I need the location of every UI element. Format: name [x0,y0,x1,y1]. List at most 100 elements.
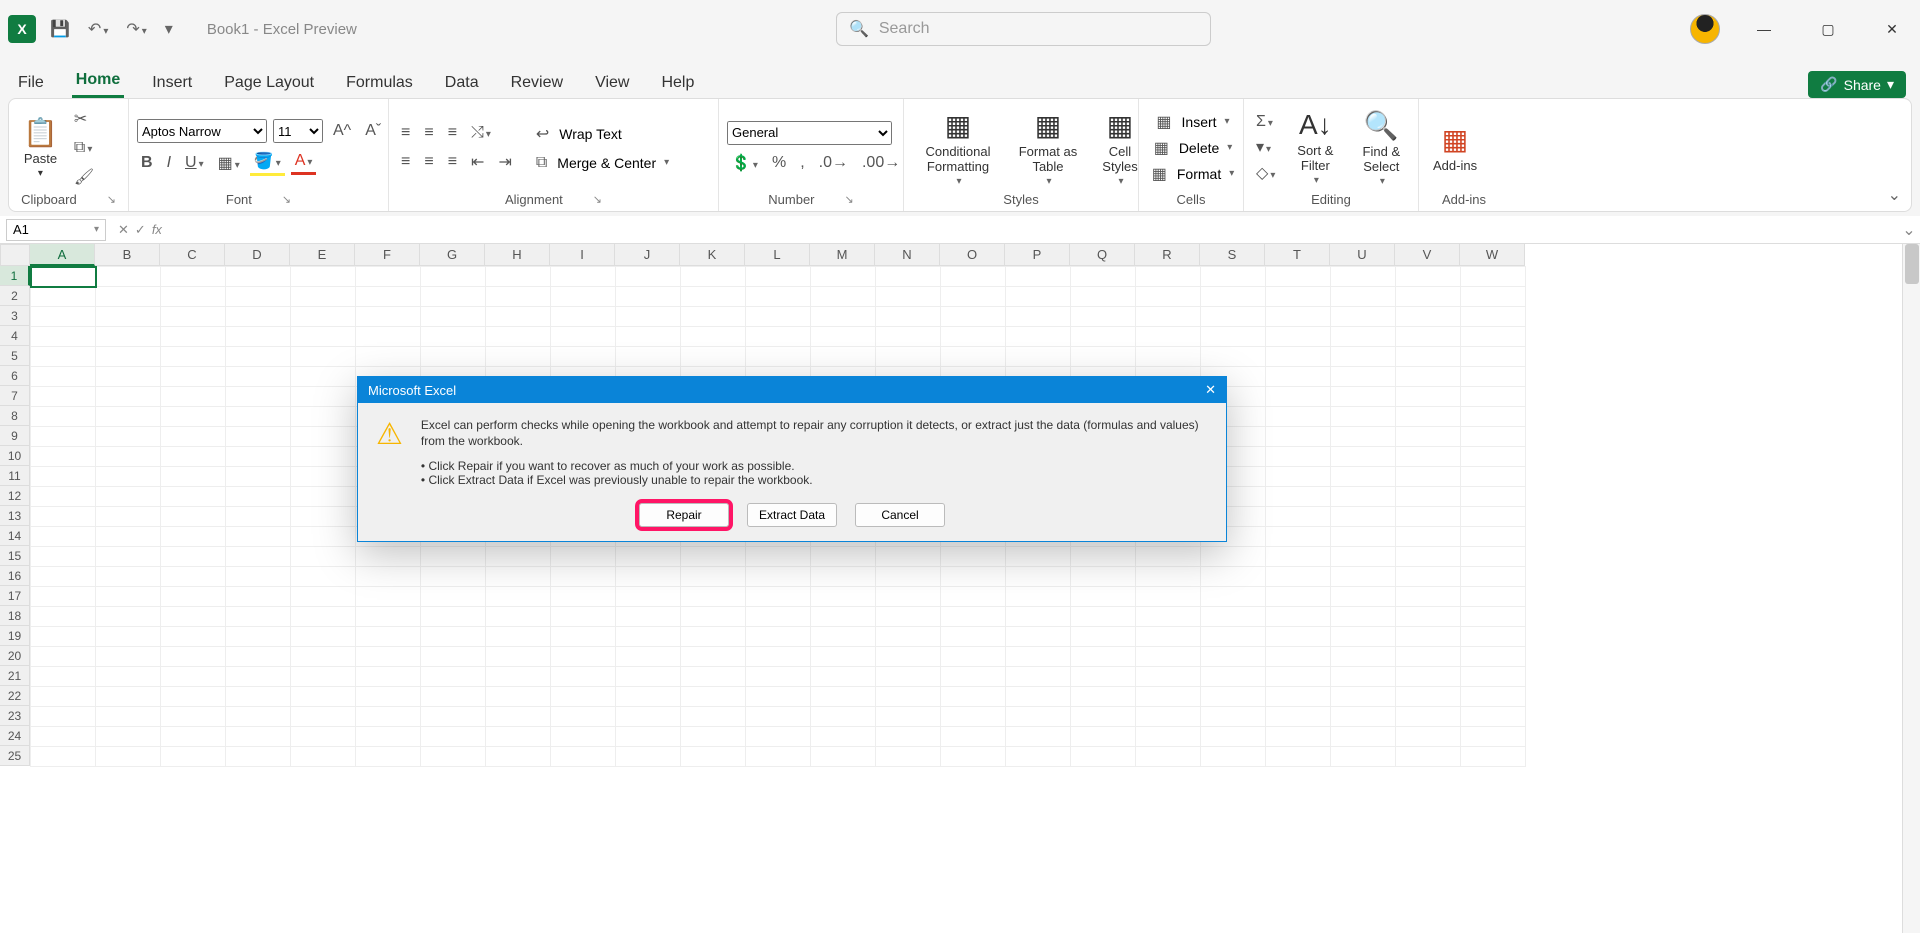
cell[interactable] [551,727,616,747]
cell[interactable] [161,747,226,767]
cell[interactable] [1461,427,1526,447]
cell[interactable] [681,607,746,627]
cell[interactable] [1006,287,1071,307]
cell[interactable] [161,467,226,487]
cell[interactable] [1396,747,1461,767]
cell[interactable] [96,587,161,607]
cell[interactable] [616,647,681,667]
tab-formulas[interactable]: Formulas [342,68,417,98]
cell[interactable] [1136,647,1201,667]
cells-grid[interactable] [30,266,1526,933]
cell[interactable] [1006,347,1071,367]
cell[interactable] [1006,587,1071,607]
cell[interactable] [31,287,96,307]
cell[interactable] [616,687,681,707]
cell[interactable] [1461,627,1526,647]
cell[interactable] [1396,367,1461,387]
row-header[interactable]: 10 [0,446,30,466]
cell[interactable] [31,447,96,467]
cell[interactable] [616,327,681,347]
cell[interactable] [681,707,746,727]
cell[interactable] [1201,627,1266,647]
cell[interactable] [1006,647,1071,667]
cell[interactable] [551,627,616,647]
column-header[interactable]: M [810,244,875,266]
cell[interactable] [161,667,226,687]
cell[interactable] [1331,587,1396,607]
cell[interactable] [421,307,486,327]
cell[interactable] [811,707,876,727]
cell[interactable] [616,747,681,767]
cell[interactable] [876,707,941,727]
cell[interactable] [746,307,811,327]
cell[interactable] [1136,687,1201,707]
cell[interactable] [551,567,616,587]
font-size-select[interactable]: 11 [273,119,323,143]
cell[interactable] [1201,547,1266,567]
percent-icon[interactable]: % [768,152,790,174]
cell[interactable] [31,327,96,347]
cell[interactable] [96,327,161,347]
cell[interactable] [1136,587,1201,607]
fill-color-icon[interactable]: 🪣 [250,149,285,176]
cell[interactable] [1136,727,1201,747]
cell[interactable] [681,327,746,347]
tab-data[interactable]: Data [441,68,483,98]
cell[interactable] [31,707,96,727]
cell[interactable] [1136,267,1201,287]
cell[interactable] [486,567,551,587]
cell[interactable] [161,587,226,607]
row-header[interactable]: 18 [0,606,30,626]
column-header[interactable]: A [30,244,95,266]
cell[interactable] [226,527,291,547]
cell[interactable] [421,587,486,607]
alignment-launcher-icon[interactable]: ↘ [593,193,602,206]
cell[interactable] [1266,387,1331,407]
column-header[interactable]: L [745,244,810,266]
cell[interactable] [31,727,96,747]
cell[interactable] [291,447,356,467]
row-header[interactable]: 12 [0,486,30,506]
row-header[interactable]: 13 [0,506,30,526]
cut-icon[interactable]: ✂ [70,107,98,131]
maximize-button[interactable]: ▢ [1808,21,1848,38]
column-header[interactable]: F [355,244,420,266]
cell[interactable] [876,307,941,327]
cell[interactable] [31,587,96,607]
cell[interactable] [1461,727,1526,747]
cell[interactable] [551,287,616,307]
insert-cells-button[interactable]: ▦Insert [1152,110,1229,134]
cell[interactable] [1006,547,1071,567]
cell[interactable] [421,707,486,727]
vertical-scrollbar[interactable] [1902,244,1920,933]
cell[interactable] [356,287,421,307]
cell[interactable] [551,267,616,287]
cell[interactable] [1331,367,1396,387]
cell[interactable] [291,327,356,347]
sort-filter-button[interactable]: A↓Sort & Filter [1285,107,1345,188]
align-bottom-icon[interactable]: ≡ [444,122,461,144]
cell[interactable] [941,667,1006,687]
cell[interactable] [291,707,356,727]
row-header[interactable]: 5 [0,346,30,366]
cell[interactable] [1006,567,1071,587]
clipboard-launcher-icon[interactable]: ↘ [107,193,116,206]
cell[interactable] [746,747,811,767]
row-header[interactable]: 24 [0,726,30,746]
row-header[interactable]: 22 [0,686,30,706]
cell[interactable] [161,267,226,287]
cell[interactable] [941,327,1006,347]
cell[interactable] [291,627,356,647]
cell[interactable] [1266,467,1331,487]
cell[interactable] [681,567,746,587]
cell[interactable] [1331,427,1396,447]
cell[interactable] [421,347,486,367]
font-color-icon[interactable]: A [291,150,317,175]
cell[interactable] [486,627,551,647]
cell[interactable] [681,307,746,327]
cell[interactable] [1201,667,1266,687]
cell[interactable] [1071,747,1136,767]
row-header[interactable]: 1 [0,266,30,286]
cell[interactable] [291,527,356,547]
cell[interactable] [941,287,1006,307]
